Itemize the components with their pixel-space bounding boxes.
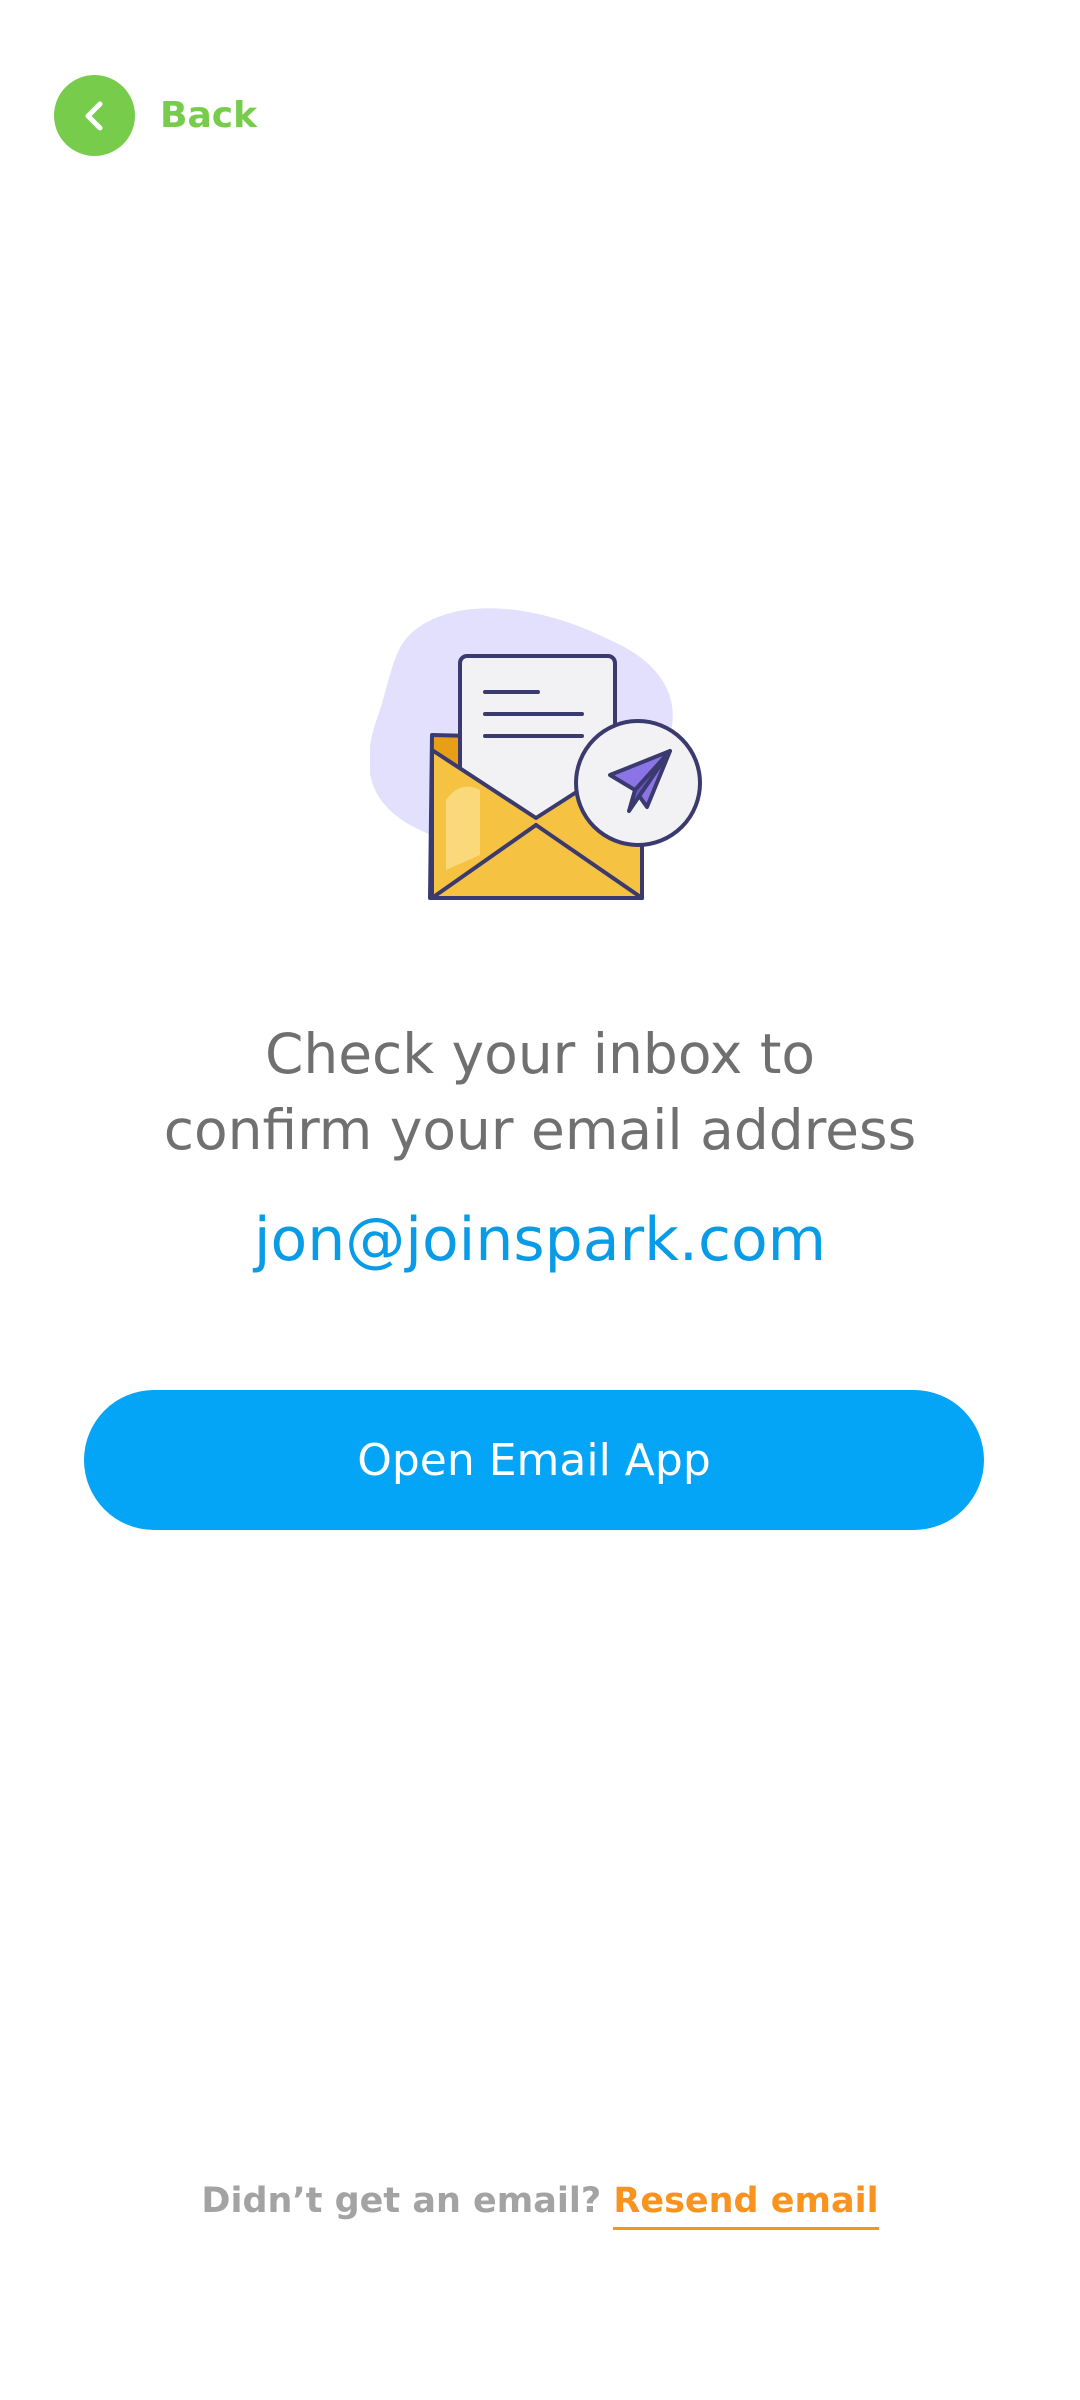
confirmation-headline: Check your inbox to confirm your email a… — [0, 1016, 1080, 1168]
envelope-illustration — [368, 600, 710, 910]
open-email-app-button[interactable]: Open Email App — [84, 1390, 984, 1530]
resend-email-link[interactable]: Resend email — [613, 2181, 879, 2230]
headline-line-1: Check your inbox to — [264, 1022, 816, 1086]
resend-prompt: Didn’t get an email? — [201, 2181, 602, 2221]
back-label[interactable]: Back — [160, 95, 257, 136]
back-button[interactable]: Back — [54, 75, 257, 156]
headline-line-2: confirm your email address — [163, 1098, 917, 1162]
chevron-left-icon[interactable] — [54, 75, 135, 156]
resend-footer: Didn’t get an email? Resend email — [0, 2176, 1080, 2230]
email-address: jon@joinspark.com — [253, 1205, 827, 1275]
